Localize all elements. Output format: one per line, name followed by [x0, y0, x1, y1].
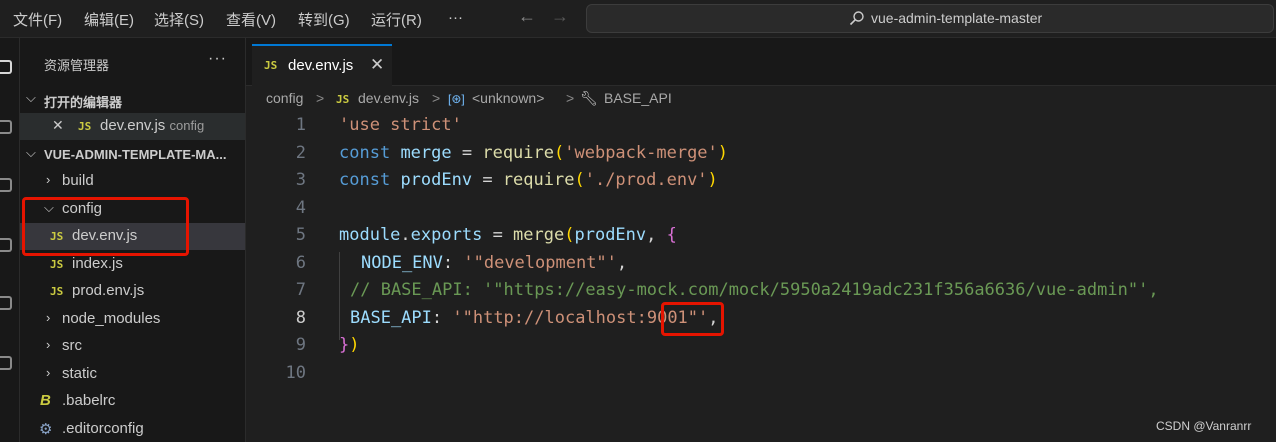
gear-icon: ⚙ [39, 421, 53, 438]
search-activity-icon[interactable] [0, 120, 12, 134]
back-arrow-icon[interactable]: ← [518, 6, 536, 27]
line-number: 9 [295, 335, 306, 355]
js-file-icon: JS [264, 59, 278, 72]
title-bar: 文件(F) 编辑(E) 选择(S) 查看(V) 转到(G) 运行(R) ··· … [0, 0, 1276, 38]
line-number: 2 [295, 143, 306, 163]
line-number: 10 [285, 363, 306, 383]
open-editor-label: dev.env.js config [100, 117, 205, 134]
chevron-right-icon: › [46, 337, 51, 352]
code-line-1: 'use strict' [339, 115, 462, 135]
file-editorconfig[interactable]: ⚙ .editorconfig [20, 416, 245, 442]
js-file-icon: JS [50, 285, 64, 298]
project-section[interactable]: ⌵ VUE-ADMIN-TEMPLATE-MA... [20, 141, 245, 168]
code-line-3: const prodEnv = require('./prod.env') [339, 170, 718, 190]
remote-icon[interactable] [0, 356, 12, 370]
folder-build[interactable]: › build [20, 168, 245, 195]
code-line-6: NODE_ENV: '"development"', [361, 253, 628, 273]
line-number: 3 [295, 170, 306, 190]
js-file-icon: JS [336, 93, 350, 106]
run-debug-icon[interactable] [0, 238, 12, 252]
folder-node-modules[interactable]: › node_modules [20, 306, 245, 333]
open-editors-section[interactable]: ⌵ 打开的编辑器 [20, 86, 245, 113]
open-editor-desc: config [169, 118, 205, 133]
breadcrumb-folder[interactable]: config [266, 90, 303, 106]
annotation-box-port [661, 302, 724, 336]
chevron-right-icon: › [46, 365, 51, 380]
chevron-down-icon: ⌵ [26, 145, 36, 160]
babel-icon: B [40, 392, 51, 409]
breadcrumb-file[interactable]: dev.env.js [358, 90, 419, 106]
chevron-down-icon: ⌵ [26, 90, 36, 105]
command-center[interactable]: vue-admin-template-master [586, 4, 1274, 33]
command-center-text: vue-admin-template-master [871, 10, 1043, 26]
menu-more[interactable]: ··· [448, 9, 463, 26]
open-editors-title: 打开的编辑器 [44, 95, 123, 110]
js-file-icon: JS [78, 120, 92, 133]
activity-bar [0, 38, 20, 442]
annotation-box-config [22, 197, 189, 256]
code-editor[interactable]: 1 2 3 4 5 6 7 8 9 10 'use strict' const … [246, 112, 1276, 442]
line-number: 6 [295, 253, 306, 273]
search-icon [849, 11, 864, 26]
line-number: 5 [295, 225, 306, 245]
tab-dev-env[interactable]: JS dev.env.js ✕ [252, 44, 392, 86]
menu-run[interactable]: 运行(R) [371, 9, 422, 30]
forward-arrow-icon[interactable]: → [551, 6, 569, 27]
chevron-right-icon: › [46, 172, 51, 187]
code-line-7: // BASE_API: '"https://easy-mock.com/moc… [350, 280, 1159, 300]
tab-label: dev.env.js [288, 57, 354, 74]
watermark: CSDN @Vanranrr [1156, 419, 1252, 433]
close-icon[interactable]: ✕ [370, 55, 384, 75]
menu-view[interactable]: 查看(V) [226, 9, 276, 30]
line-number: 4 [295, 198, 306, 218]
source-control-icon[interactable] [0, 178, 12, 192]
menu-edit[interactable]: 编辑(E) [84, 9, 134, 30]
close-icon[interactable]: ✕ [52, 117, 64, 134]
explorer-icon[interactable] [0, 60, 12, 74]
breadcrumb-symbol-unknown[interactable]: <unknown> [472, 90, 544, 106]
indent-guide [339, 252, 340, 340]
explorer-title: 资源管理器 [44, 58, 110, 73]
explorer-more-icon[interactable]: ··· [208, 50, 227, 68]
folder-static[interactable]: › static [20, 361, 245, 388]
code-line-9: }) [339, 335, 360, 355]
file-babelrc[interactable]: B .babelrc [20, 388, 245, 415]
code-line-2: const merge = require('webpack-merge') [339, 143, 729, 163]
symbol-variable-icon: [⊛] [448, 92, 465, 106]
menu-go[interactable]: 转到(G) [298, 9, 350, 30]
extensions-icon[interactable] [0, 296, 12, 310]
project-title: VUE-ADMIN-TEMPLATE-MA... [44, 147, 227, 162]
open-editor-item[interactable]: ✕ JS dev.env.js config [20, 113, 245, 140]
breadcrumb-sep: > [316, 90, 325, 106]
file-prod-env[interactable]: JS prod.env.js [20, 278, 245, 305]
line-number: 7 [295, 280, 306, 300]
code-line-5: module.exports = merge(prodEnv, { [339, 225, 677, 245]
breadcrumb-symbol-base-api[interactable]: BASE_API [604, 90, 672, 106]
editor-tabs: JS dev.env.js ✕ [246, 38, 1276, 86]
menu-selection[interactable]: 选择(S) [154, 9, 204, 30]
line-number: 1 [295, 115, 306, 135]
menu-file[interactable]: 文件(F) [13, 9, 62, 30]
wrench-icon: 🔧︎ [580, 90, 598, 106]
line-number-active: 8 [295, 308, 306, 328]
chevron-right-icon: › [46, 310, 51, 325]
breadcrumb-sep: > [566, 90, 575, 106]
breadcrumb-sep: > [432, 90, 441, 106]
folder-src[interactable]: › src [20, 333, 245, 360]
js-file-icon: JS [50, 258, 64, 271]
